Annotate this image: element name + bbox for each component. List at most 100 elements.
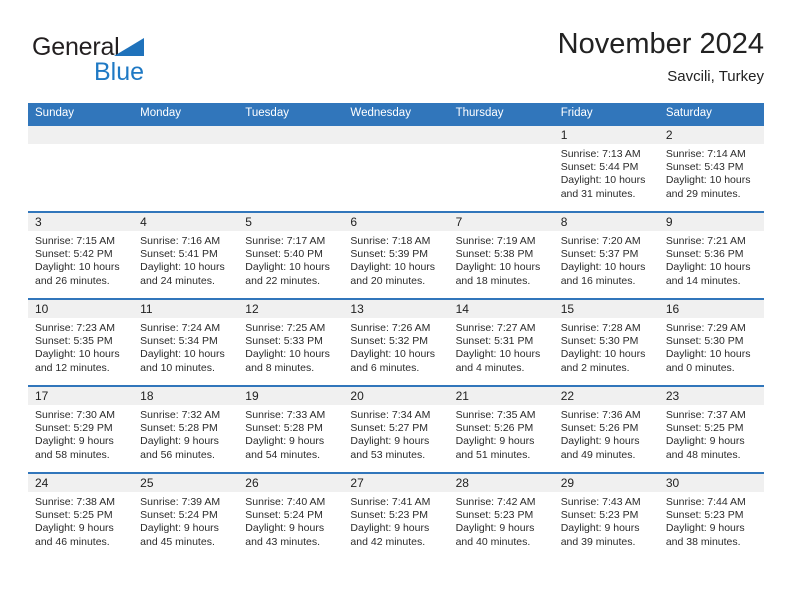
day-sun-info: Sunrise: 7:35 AM Sunset: 5:26 PM Daylight:… (449, 405, 554, 462)
calendar-week-row: 17 Sunrise: 7:30 AM Sunset: 5:29 PM Dayligh… (28, 385, 764, 472)
day-cell[interactable]: 22 Sunrise: 7:36 AM Sunset: 5:26 PM Dayligh… (553, 387, 659, 472)
day-number: 28 (455, 476, 469, 490)
daylight-text: Daylight: 9 hours and 48 minutes. (665, 435, 745, 461)
day-number: 13 (350, 302, 364, 316)
day-cell[interactable]: 14 Sunrise: 7:27 AM Sunset: 5:31 PM Dayligh… (448, 300, 554, 385)
sunset-text: Sunset: 5:24 PM (245, 509, 323, 522)
sunset-text: Sunset: 5:42 PM (35, 248, 113, 261)
day-number: 8 (560, 215, 568, 229)
day-cell[interactable]: 13 Sunrise: 7:26 AM Sunset: 5:32 PM Dayligh… (343, 300, 449, 385)
day-cell[interactable]: 18 Sunrise: 7:32 AM Sunset: 5:28 PM Dayligh… (133, 387, 239, 472)
day-number: 10 (35, 302, 49, 316)
weekday-header-thursday: Thursday (455, 107, 504, 119)
day-cell[interactable]: 9 Sunrise: 7:21 AM Sunset: 5:36 PM Daylight… (658, 213, 764, 298)
day-sun-info: Sunrise: 7:34 AM Sunset: 5:27 PM Daylight:… (343, 405, 448, 462)
day-number: 24 (35, 476, 49, 490)
day-cell[interactable]: 12 Sunrise: 7:25 AM Sunset: 5:33 PM Dayligh… (238, 300, 344, 385)
day-cell[interactable]: 30 Sunrise: 7:44 AM Sunset: 5:23 PM Dayligh… (658, 474, 764, 559)
sunrise-text: Sunrise: 7:13 AM (560, 148, 641, 160)
day-cell[interactable]: 1 Sunrise: 7:13 AM Sunset: 5:44 PM Daylight… (553, 126, 659, 211)
sunrise-text: Sunrise: 7:38 AM (35, 496, 115, 508)
sunset-text: Sunset: 5:41 PM (140, 248, 218, 261)
day-cell[interactable]: 24 Sunrise: 7:38 AM Sunset: 5:25 PM Dayligh… (28, 474, 134, 559)
general-blue-logo[interactable]: General Blue (32, 32, 232, 90)
day-number-band: 2 (658, 126, 764, 144)
day-number-band: 24 (28, 474, 134, 492)
day-cell[interactable]: 6 Sunrise: 7:18 AM Sunset: 5:39 PM Daylight… (343, 213, 449, 298)
day-number-band (448, 126, 554, 144)
sunset-text: Sunset: 5:24 PM (140, 509, 218, 522)
day-number: 15 (560, 302, 575, 316)
day-sun-info: Sunrise: 7:21 AM Sunset: 5:36 PM Daylight:… (659, 231, 764, 288)
sunrise-text: Sunrise: 7:18 AM (350, 235, 431, 247)
day-sun-info: Sunrise: 7:29 AM Sunset: 5:30 PM Daylight:… (659, 318, 764, 375)
sunrise-text: Sunrise: 7:24 AM (140, 322, 221, 334)
sunset-text: Sunset: 5:26 PM (455, 422, 534, 435)
daylight-text: Daylight: 10 hours and 24 minutes. (140, 261, 225, 287)
day-number: 20 (350, 389, 364, 403)
daylight-text: Daylight: 9 hours and 46 minutes. (35, 522, 114, 548)
day-number: 14 (455, 302, 469, 316)
daylight-text: Daylight: 9 hours and 49 minutes. (560, 435, 640, 461)
day-sun-info: Sunrise: 7:42 AM Sunset: 5:23 PM Daylight:… (449, 492, 554, 549)
day-cell[interactable]: 11 Sunrise: 7:24 AM Sunset: 5:34 PM Dayligh… (133, 300, 239, 385)
sunrise-text: Sunrise: 7:20 AM (560, 235, 641, 247)
calendar-week-row: 10 Sunrise: 7:23 AM Sunset: 5:35 PM Dayligh… (28, 298, 764, 385)
weekday-header-monday: Monday (140, 107, 182, 119)
daylight-text: Daylight: 10 hours and 2 minutes. (560, 348, 646, 374)
day-cell[interactable]: 28 Sunrise: 7:42 AM Sunset: 5:23 PM Dayligh… (448, 474, 554, 559)
day-cell[interactable]: 23 Sunrise: 7:37 AM Sunset: 5:25 PM Dayligh… (658, 387, 764, 472)
sunrise-text: Sunrise: 7:25 AM (245, 322, 326, 334)
day-number-band: 10 (28, 300, 134, 318)
day-cell[interactable]: 10 Sunrise: 7:23 AM Sunset: 5:35 PM Dayligh… (28, 300, 134, 385)
sunrise-text: Sunrise: 7:14 AM (665, 148, 746, 160)
weekday-header-row: Sunday Monday Tuesday Wednesday Thursday Frid… (28, 103, 764, 124)
day-number: 16 (665, 302, 680, 316)
day-number-band: 25 (133, 474, 239, 492)
day-cell[interactable]: 20 Sunrise: 7:34 AM Sunset: 5:27 PM Dayligh… (343, 387, 449, 472)
sunset-text: Sunset: 5:39 PM (350, 248, 429, 261)
sunrise-text: Sunrise: 7:44 AM (665, 496, 746, 508)
day-sun-info: Sunrise: 7:33 AM Sunset: 5:28 PM Daylight:… (238, 405, 343, 462)
day-number: 21 (455, 389, 469, 403)
day-number-band: 9 (658, 213, 764, 231)
day-cell[interactable]: 4 Sunrise: 7:16 AM Sunset: 5:41 PM Daylight… (133, 213, 239, 298)
day-cell[interactable]: 27 Sunrise: 7:41 AM Sunset: 5:23 PM Dayligh… (343, 474, 449, 559)
day-cell[interactable]: 16 Sunrise: 7:29 AM Sunset: 5:30 PM Dayligh… (658, 300, 764, 385)
sunset-text: Sunset: 5:30 PM (665, 335, 744, 348)
day-sun-info: Sunrise: 7:19 AM Sunset: 5:38 PM Daylight:… (449, 231, 554, 288)
day-cell[interactable]: 29 Sunrise: 7:43 AM Sunset: 5:23 PM Dayligh… (553, 474, 659, 559)
sunrise-text: Sunrise: 7:36 AM (560, 409, 641, 421)
day-sun-info: Sunrise: 7:32 AM Sunset: 5:28 PM Daylight:… (133, 405, 238, 462)
day-number-band (238, 126, 344, 144)
day-cell[interactable]: 19 Sunrise: 7:33 AM Sunset: 5:28 PM Dayligh… (238, 387, 344, 472)
day-cell[interactable]: 8 Sunrise: 7:20 AM Sunset: 5:37 PM Daylight… (553, 213, 659, 298)
daylight-text: Daylight: 9 hours and 56 minutes. (140, 435, 219, 461)
day-sun-info: Sunrise: 7:41 AM Sunset: 5:23 PM Daylight:… (343, 492, 448, 549)
day-cell[interactable]: 15 Sunrise: 7:28 AM Sunset: 5:30 PM Dayligh… (553, 300, 659, 385)
day-cell[interactable]: 26 Sunrise: 7:40 AM Sunset: 5:24 PM Dayligh… (238, 474, 344, 559)
day-cell[interactable]: 25 Sunrise: 7:39 AM Sunset: 5:24 PM Dayligh… (133, 474, 239, 559)
page-subtitle-location: Savcili, Turkey (667, 68, 764, 85)
day-cell[interactable]: 17 Sunrise: 7:30 AM Sunset: 5:29 PM Dayligh… (28, 387, 134, 472)
page-title: November 2024 (557, 28, 764, 60)
day-cell[interactable]: 2 Sunrise: 7:14 AM Sunset: 5:43 PM Daylight… (658, 126, 764, 211)
sunrise-text: Sunrise: 7:30 AM (35, 409, 115, 421)
day-cell[interactable]: 21 Sunrise: 7:35 AM Sunset: 5:26 PM Dayligh… (448, 387, 554, 472)
day-cell[interactable]: 5 Sunrise: 7:17 AM Sunset: 5:40 PM Daylight… (238, 213, 344, 298)
sunrise-text: Sunrise: 7:40 AM (245, 496, 326, 508)
day-cell[interactable]: 3 Sunrise: 7:15 AM Sunset: 5:42 PM Daylight… (28, 213, 134, 298)
day-number-band: 14 (448, 300, 554, 318)
day-number-band: 23 (658, 387, 764, 405)
day-number-band: 19 (238, 387, 344, 405)
day-cell-empty (238, 126, 344, 211)
day-number-band: 3 (28, 213, 134, 231)
day-cell[interactable]: 7 Sunrise: 7:19 AM Sunset: 5:38 PM Daylight… (448, 213, 554, 298)
sunset-text: Sunset: 5:23 PM (665, 509, 744, 522)
logo-text-blue: Blue (94, 58, 145, 86)
day-number-band: 30 (658, 474, 764, 492)
sunset-text: Sunset: 5:37 PM (560, 248, 639, 261)
day-number-band: 22 (553, 387, 659, 405)
day-number: 19 (245, 389, 259, 403)
sunset-text: Sunset: 5:40 PM (245, 248, 323, 261)
